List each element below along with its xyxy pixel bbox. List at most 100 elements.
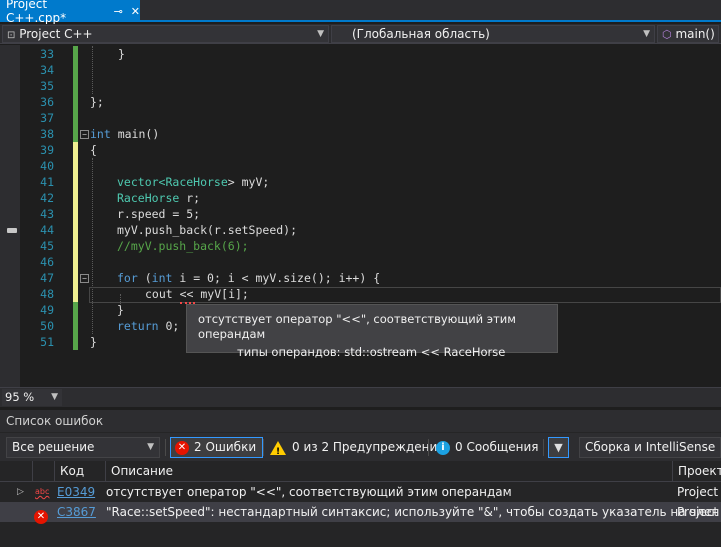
zoom-dropdown[interactable]: 95 % ▼ xyxy=(2,389,62,406)
line-number: 50 xyxy=(40,319,54,333)
error-list-header: Код Описание Проект xyxy=(0,461,721,482)
line-number: 41 xyxy=(40,175,54,189)
code-line: r.speed = 5; xyxy=(117,207,201,221)
line-number: 45 xyxy=(40,239,54,253)
messages-filter-button[interactable]: i 0 Сообщения xyxy=(432,437,538,458)
column-description[interactable]: Описание xyxy=(105,461,672,482)
error-list-panel: Список ошибок Все решение ▼ ✕ 2 Ошибки !… xyxy=(0,410,721,547)
filter-icon[interactable]: ▼ xyxy=(548,437,569,458)
method-icon: ⬡ xyxy=(662,28,672,41)
line-number: 43 xyxy=(40,207,54,221)
line-number: 46 xyxy=(40,255,54,269)
code-line: myV.push_back(r.setSpeed); xyxy=(117,223,298,237)
error-list-toolbar: Все решение ▼ ✕ 2 Ошибки ! 0 из 2 Предуп… xyxy=(0,433,721,461)
error-code-link[interactable]: E0349 xyxy=(57,482,95,502)
chevron-down-icon: ▼ xyxy=(643,29,650,39)
chevron-down-icon: ▼ xyxy=(147,442,154,452)
code-line: int main() xyxy=(90,127,160,141)
warnings-filter-button[interactable]: ! 0 из 2 Предупреждения xyxy=(264,437,445,458)
tooltip-operand-types: типы операндов: std::ostream << RaceHors… xyxy=(237,345,506,359)
line-number: 33 xyxy=(40,47,54,61)
errors-count: 2 Ошибки xyxy=(194,440,257,454)
errors-filter-button[interactable]: ✕ 2 Ошибки xyxy=(170,437,264,458)
unsaved-change-bar xyxy=(73,286,78,302)
code-line: } xyxy=(90,335,97,349)
collapse-icon[interactable]: − xyxy=(80,274,89,283)
document-tab-strip: Project C++.cpp* ⊸ ✕ xyxy=(0,0,721,25)
code-line: return 0; xyxy=(117,319,180,333)
editor-status-bar: 95 % ▼ xyxy=(0,387,721,407)
error-tooltip: отсутствует оператор "<<", соответствующ… xyxy=(186,304,558,359)
scope-dropdown-value: (Глобальная область) xyxy=(352,27,490,41)
line-number: 38 xyxy=(40,127,54,141)
warnings-count: 0 из 2 Предупреждения xyxy=(292,440,445,454)
code-line: RaceHorse r; xyxy=(117,191,201,205)
pin-icon[interactable]: ⊸ xyxy=(114,5,123,18)
member-dropdown-value: main() xyxy=(675,27,715,41)
warning-icon: ! xyxy=(270,440,286,457)
error-list-title: Список ошибок xyxy=(0,410,721,432)
column-severity[interactable] xyxy=(32,461,54,482)
build-source-value: Сборка и IntelliSense xyxy=(585,440,716,454)
indent-guide xyxy=(92,46,93,94)
tab-title: Project C++.cpp* xyxy=(6,0,67,25)
error-row[interactable]: ▷ abc E0349 отсутствует оператор "<<", с… xyxy=(0,482,721,502)
toolbar-separator xyxy=(543,439,544,456)
project-dropdown-value: Project C++ xyxy=(19,27,93,41)
member-dropdown[interactable]: ⬡ main() xyxy=(657,25,719,43)
code-line: //myV.push_back(6); xyxy=(117,239,249,253)
code-line: } xyxy=(117,303,124,317)
line-number: 51 xyxy=(40,335,54,349)
column-project[interactable]: Проект xyxy=(672,461,721,482)
intellisense-error-icon: abc xyxy=(35,487,50,496)
chevron-down-icon: ▼ xyxy=(51,392,58,402)
close-icon[interactable]: ✕ xyxy=(131,5,140,18)
error-project: Project C xyxy=(677,505,721,519)
column-code[interactable]: Код xyxy=(54,461,105,482)
tab-project-cpp[interactable]: Project C++.cpp* ⊸ ✕ xyxy=(0,0,140,25)
project-dropdown[interactable]: ⊡ Project C++ ▼ xyxy=(2,25,329,43)
line-number: 44 xyxy=(40,223,54,237)
code-editor[interactable]: 33 34 35 36 37 38 39 40 41 42 43 44 45 4… xyxy=(0,45,721,387)
code-line: cout << myV[i]; xyxy=(145,287,249,301)
error-icon: ✕ xyxy=(175,440,189,455)
messages-count: 0 Сообщения xyxy=(455,440,539,454)
build-source-dropdown[interactable]: Сборка и IntelliSense xyxy=(579,437,721,458)
code-line: } xyxy=(118,47,125,61)
line-number: 37 xyxy=(40,111,54,125)
collapse-icon[interactable]: − xyxy=(80,130,89,139)
scope-dropdown[interactable]: (Глобальная область) ▼ xyxy=(331,25,655,43)
info-icon: i xyxy=(436,440,450,455)
cpp-project-icon: ⊡ xyxy=(7,30,16,41)
scope-filter-dropdown[interactable]: Все решение ▼ xyxy=(6,437,160,458)
line-number: 47 xyxy=(40,271,54,285)
line-number: 48 xyxy=(40,287,54,301)
indicator-margin xyxy=(0,45,20,387)
line-number: 34 xyxy=(40,63,54,77)
line-number: 35 xyxy=(40,79,54,93)
line-number: 40 xyxy=(40,159,54,173)
line-number: 49 xyxy=(40,303,54,317)
code-line: for (int i = 0; i < myV.size(); i++) { xyxy=(117,271,381,285)
unsaved-change-bar xyxy=(73,190,78,286)
code-line: vector<RaceHorse> myV; xyxy=(117,175,270,189)
toolbar-separator xyxy=(165,439,166,456)
indent-guide xyxy=(92,158,93,334)
line-number: 42 xyxy=(40,191,54,205)
error-row[interactable]: ✕ C3867 "Race::setSpeed": нестандартный … xyxy=(0,502,721,524)
code-line: { xyxy=(90,143,97,157)
saved-change-bar xyxy=(73,126,78,142)
tooltip-message: отсутствует оператор "<<", соответствующ… xyxy=(198,312,516,341)
saved-change-bar xyxy=(73,46,78,126)
expand-icon[interactable]: ▷ xyxy=(17,482,24,502)
code-line: }; xyxy=(90,95,104,109)
error-code-link[interactable]: C3867 xyxy=(57,502,96,522)
current-statement-marker xyxy=(7,228,17,233)
line-number: 36 xyxy=(40,95,54,109)
error-description: "Race::setSpeed": нестандартный синтакси… xyxy=(106,505,720,519)
saved-change-bar xyxy=(73,302,78,350)
scope-filter-value: Все решение xyxy=(12,440,95,454)
line-number: 39 xyxy=(40,143,54,157)
toolbar-separator xyxy=(428,439,429,456)
zoom-level: 95 % xyxy=(5,390,35,404)
